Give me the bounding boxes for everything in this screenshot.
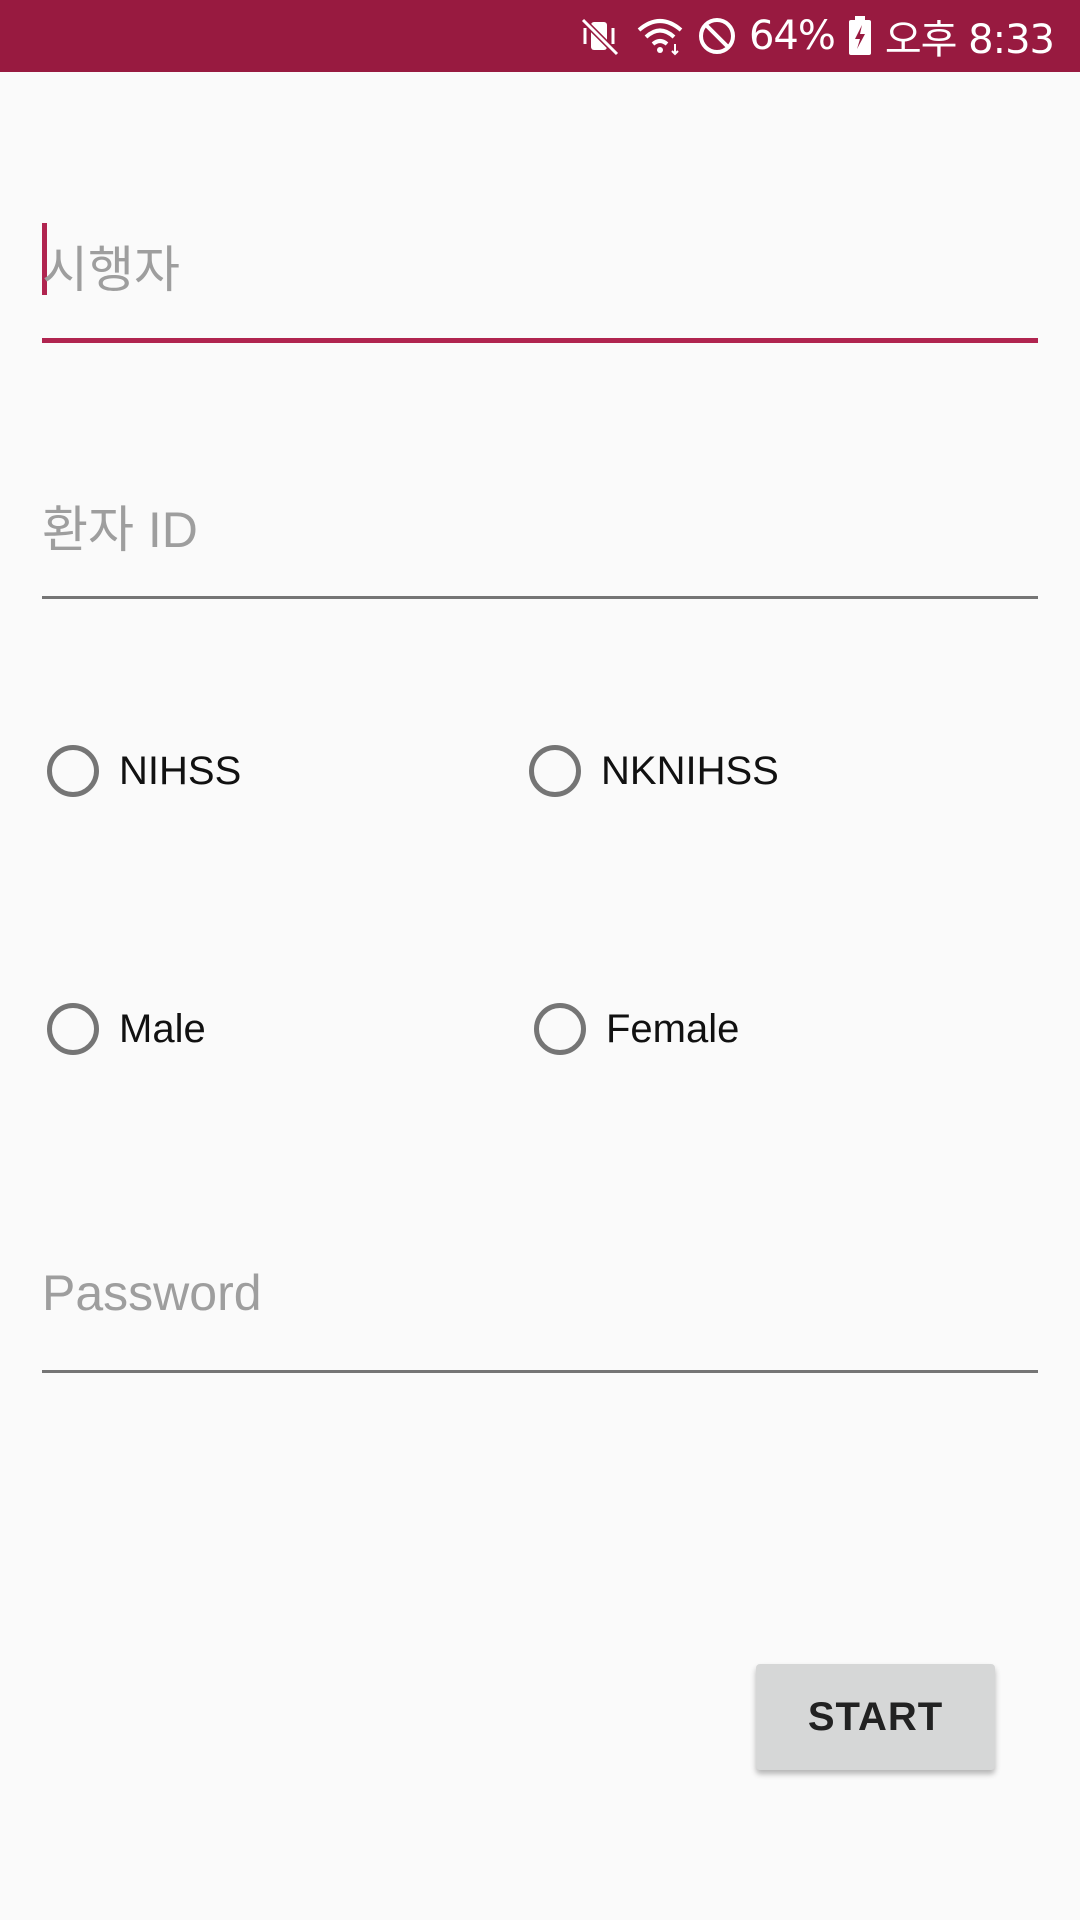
patient-id-underline	[42, 596, 1038, 599]
wifi-icon	[635, 14, 685, 58]
start-button[interactable]: START	[756, 1664, 995, 1770]
radio-female[interactable]: Female	[534, 1003, 739, 1055]
patient-id-placeholder: 환자 ID	[42, 502, 198, 558]
radio-nihss[interactable]: NIHSS	[47, 745, 241, 797]
examiner-placeholder: 시행자	[42, 242, 180, 298]
battery-charging-icon	[847, 15, 873, 57]
vibrate-mute-icon	[579, 14, 623, 58]
blocked-icon	[697, 16, 737, 56]
radio-female-label: Female	[606, 1006, 740, 1051]
status-icons: 64% 오후 8:33	[579, 0, 1055, 72]
battery-percent: 64%	[748, 13, 836, 59]
examiner-field[interactable]: 시행자	[42, 220, 1038, 346]
radio-male[interactable]: Male	[47, 1003, 206, 1055]
password-field[interactable]: Password	[42, 1254, 1038, 1376]
radio-nknihss[interactable]: NKNIHSS	[529, 745, 779, 797]
radio-circle	[47, 745, 99, 797]
radio-male-label: Male	[119, 1006, 206, 1051]
radio-nihss-label: NIHSS	[119, 748, 242, 793]
patient-id-field[interactable]: 환자 ID	[42, 480, 1038, 602]
status-bar: 64% 오후 8:33	[0, 0, 1080, 72]
radio-nknihss-label: NKNIHSS	[601, 748, 779, 793]
password-placeholder: Password	[42, 1265, 262, 1321]
radio-circle	[47, 1003, 99, 1055]
radio-circle	[534, 1003, 586, 1055]
radio-circle	[529, 745, 581, 797]
password-underline	[42, 1370, 1038, 1373]
examiner-underline	[42, 338, 1038, 343]
clock: 오후 8:33	[884, 17, 1055, 63]
